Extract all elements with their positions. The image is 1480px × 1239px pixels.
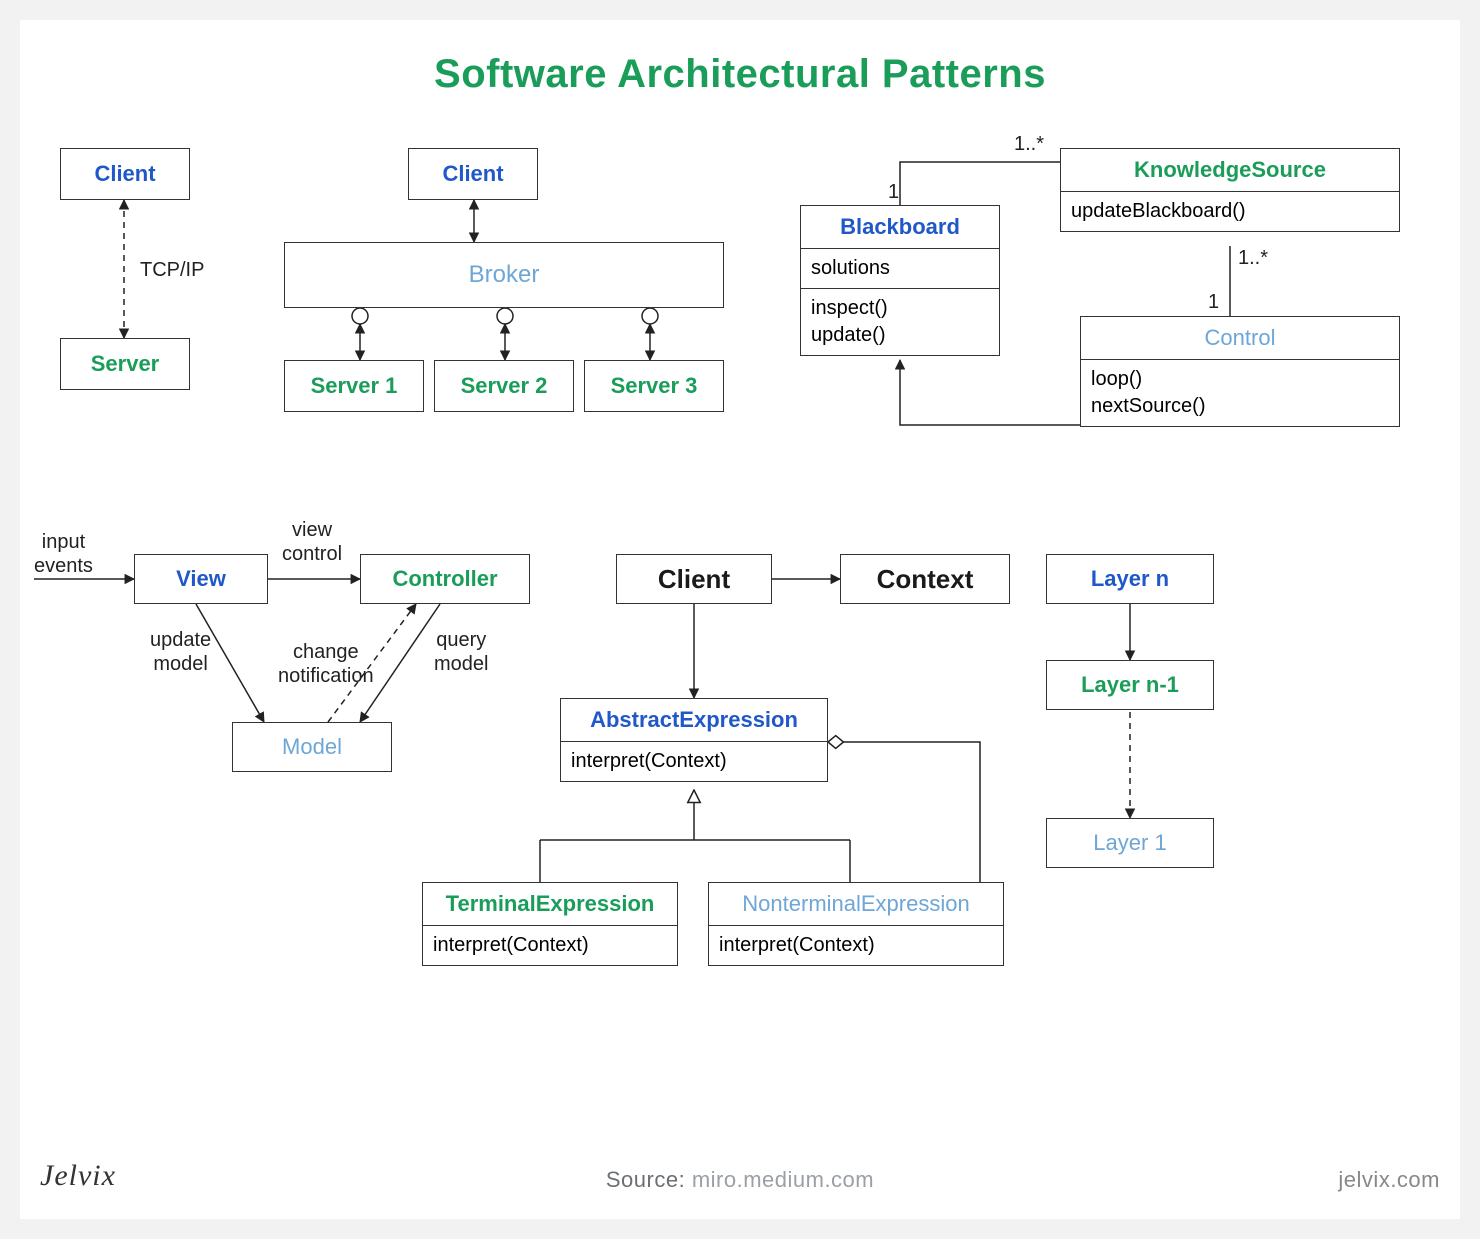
bb-mult-ks-top: 1..* <box>1014 132 1044 156</box>
page-title: Software Architectural Patterns <box>20 52 1460 97</box>
mvc-update-model-label: update model <box>150 628 211 676</box>
bb-ks-title: KnowledgeSource <box>1134 157 1326 183</box>
footer-source-value: miro.medium.com <box>692 1167 874 1192</box>
layer-n-box: Layer n <box>1046 554 1214 604</box>
mvc-controller-label: Controller <box>392 566 497 592</box>
bb-control-title: Control <box>1205 325 1276 351</box>
int-nonterm-op: interpret(Context) <box>709 926 1003 965</box>
int-abs-box: AbstractExpression interpret(Context) <box>560 698 828 782</box>
bb-blackboard-attrs: solutions <box>801 249 999 289</box>
cs-server-label: Server <box>91 351 160 377</box>
int-nonterm-box: NonterminalExpression interpret(Context) <box>708 882 1004 966</box>
broker-server2-label: Server 2 <box>461 373 548 399</box>
int-abs-title: AbstractExpression <box>590 707 798 733</box>
layer-n1-label: Layer n-1 <box>1081 672 1179 698</box>
broker-server1-box: Server 1 <box>284 360 424 412</box>
int-client-label: Client <box>658 564 730 595</box>
mvc-input-events-label: input events <box>34 530 93 578</box>
footer-source-label: Source <box>606 1167 679 1192</box>
bb-ks-ops: updateBlackboard() <box>1061 192 1399 231</box>
int-context-label: Context <box>877 564 974 595</box>
mvc-view-box: View <box>134 554 268 604</box>
mvc-view-control-label: view control <box>282 518 342 566</box>
footer-brand-left: Jelvix <box>40 1159 116 1193</box>
bb-mult-bb: 1 <box>888 180 899 204</box>
bb-blackboard-ops: inspect() update() <box>801 289 999 355</box>
layer-1-box: Layer 1 <box>1046 818 1214 868</box>
bb-control-ops: loop() nextSource() <box>1081 360 1399 426</box>
bb-blackboard-title: Blackboard <box>840 214 960 240</box>
int-context-box: Context <box>840 554 1010 604</box>
layer-n1-box: Layer n-1 <box>1046 660 1214 710</box>
broker-server1-label: Server 1 <box>311 373 398 399</box>
broker-box: Broker <box>284 242 724 308</box>
footer: Jelvix Source: miro.medium.com jelvix.co… <box>20 1167 1460 1193</box>
cs-server-box: Server <box>60 338 190 390</box>
int-term-box: TerminalExpression interpret(Context) <box>422 882 678 966</box>
cs-client-box: Client <box>60 148 190 200</box>
mvc-model-box: Model <box>232 722 392 772</box>
cs-edge-label: TCP/IP <box>140 258 204 282</box>
broker-server2-box: Server 2 <box>434 360 574 412</box>
bb-mult-ctrl: 1 <box>1208 290 1219 314</box>
mvc-query-model-label: query model <box>434 628 488 676</box>
bb-ks-box: KnowledgeSource updateBlackboard() <box>1060 148 1400 232</box>
bb-blackboard-box: Blackboard solutions inspect() update() <box>800 205 1000 356</box>
mvc-model-label: Model <box>282 734 342 760</box>
mvc-change-notif-label: change notification <box>278 640 374 688</box>
int-abs-op: interpret(Context) <box>561 742 827 781</box>
layer-n-label: Layer n <box>1091 566 1169 592</box>
broker-label: Broker <box>469 261 540 289</box>
diagram-canvas: Software Architectural Patterns <box>20 20 1460 1219</box>
cs-client-label: Client <box>94 161 155 187</box>
bb-control-box: Control loop() nextSource() <box>1080 316 1400 427</box>
int-term-title: TerminalExpression <box>446 891 655 917</box>
mvc-controller-box: Controller <box>360 554 530 604</box>
layer-1-label: Layer 1 <box>1093 830 1166 856</box>
int-nonterm-title: NonterminalExpression <box>742 891 969 917</box>
bb-mult-ks-bot: 1..* <box>1238 246 1268 270</box>
broker-client-box: Client <box>408 148 538 200</box>
broker-server3-box: Server 3 <box>584 360 724 412</box>
footer-brand-right: jelvix.com <box>1338 1167 1440 1193</box>
broker-server3-label: Server 3 <box>611 373 698 399</box>
mvc-view-label: View <box>176 566 226 592</box>
broker-client-label: Client <box>442 161 503 187</box>
int-term-op: interpret(Context) <box>423 926 677 965</box>
int-client-box: Client <box>616 554 772 604</box>
